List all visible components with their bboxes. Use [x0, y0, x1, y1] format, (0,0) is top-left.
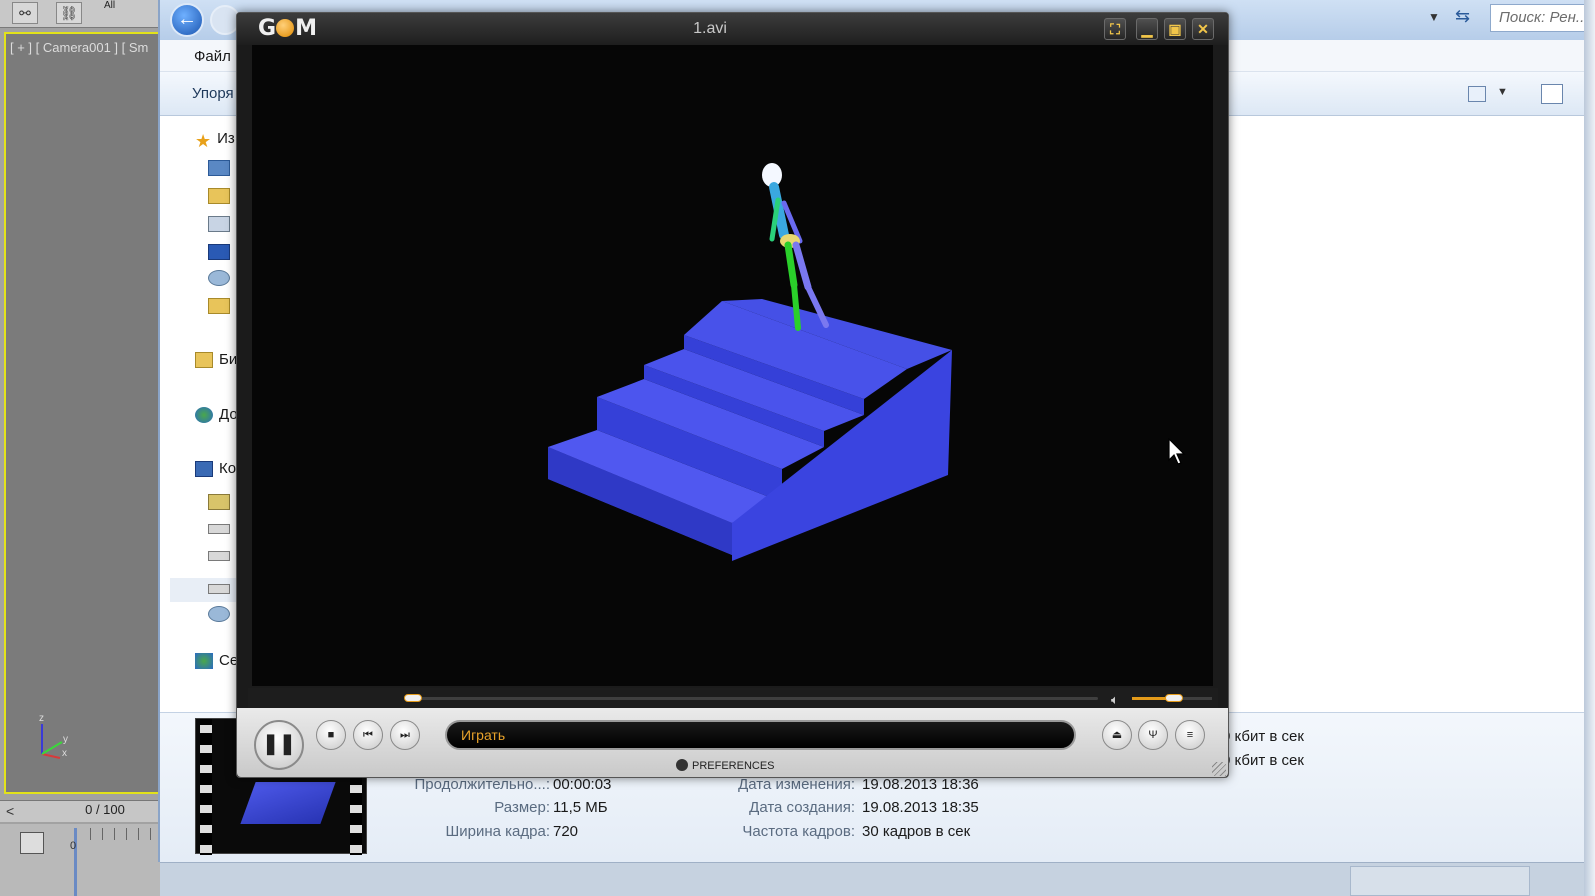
trackbar-tick — [150, 828, 151, 840]
nav-item-label: Из — [217, 130, 235, 147]
timeline-prev-button[interactable]: < — [6, 803, 14, 819]
status-display[interactable]: Играть — [445, 720, 1076, 750]
select-link-icon[interactable]: ⚯ — [12, 2, 38, 24]
resize-grip-icon[interactable] — [1212, 762, 1226, 776]
detail-bitrate-1: 0 кбит в сек — [1222, 728, 1304, 745]
folder-icon[interactable] — [208, 298, 230, 314]
figure-leg-right — [792, 241, 812, 291]
speaker-icon[interactable]: 🔈︎ — [1111, 692, 1119, 708]
library-icon — [195, 352, 213, 369]
maximize-icon[interactable]: ▣ — [1164, 18, 1186, 40]
homegroup-icon — [195, 407, 213, 424]
monitor-icon[interactable] — [208, 244, 230, 260]
viewport-label[interactable]: [ + ] [ Camera001 ] [ Sm — [10, 40, 148, 55]
trackbar-zero-label: 0 — [70, 840, 77, 852]
nav-item-label: До — [219, 406, 238, 423]
desktop-icon[interactable] — [208, 160, 230, 176]
detail-bitrate-2: 0 кбит в сек — [1222, 752, 1304, 769]
previous-button[interactable]: ⏮︎ — [353, 720, 383, 750]
downloads-icon[interactable] — [208, 188, 230, 204]
detail-value-frame-width: 720 — [553, 823, 579, 840]
seek-bar[interactable] — [412, 697, 1098, 700]
recent-places-icon[interactable] — [208, 216, 230, 232]
axis-gizmo-icon: z y x — [39, 713, 68, 759]
gom-file-title: 1.avi — [693, 20, 727, 37]
axis-x-label: x — [62, 748, 67, 759]
drive-icon-selected[interactable] — [208, 584, 230, 594]
film-strip-left — [200, 719, 212, 855]
computer-icon — [195, 461, 213, 478]
axis-y-label: y — [63, 734, 68, 745]
thumbnail-stairs — [240, 782, 336, 824]
drive-icon[interactable] — [208, 524, 230, 534]
star-icon: ★ — [195, 131, 212, 152]
preferences-label: PREFERENCES — [692, 760, 775, 772]
detail-value-size: 11,5 МБ — [553, 799, 608, 816]
back-arrow-icon[interactable]: ← — [170, 3, 204, 37]
menu-file[interactable]: Файл — [194, 48, 231, 65]
figure-shin-left — [791, 282, 801, 331]
minimize-icon[interactable]: ▁ — [1136, 18, 1158, 40]
max-toolbar: ⚯ ⛓ All — [0, 0, 165, 28]
volume-slider-thumb[interactable] — [1165, 694, 1183, 702]
detail-value-modified: 19.08.2013 18:36 — [862, 776, 979, 793]
system-drive-icon[interactable] — [208, 494, 230, 510]
detail-value-duration: 00:00:03 — [553, 776, 612, 793]
stop-button[interactable]: ■ — [316, 720, 346, 750]
timeline-frame-counter[interactable]: 0 / 100 — [60, 802, 150, 817]
detail-value-frame-rate: 30 кадров в сек — [862, 823, 971, 840]
preview-pane-icon[interactable] — [1541, 84, 1563, 104]
curve-editor-icon[interactable] — [20, 832, 44, 854]
trackbar-time-cursor[interactable] — [74, 828, 77, 896]
drive-icon[interactable] — [208, 551, 230, 561]
detail-value-created: 19.08.2013 18:35 — [862, 799, 979, 816]
search-input[interactable]: Поиск: Рен... — [1490, 4, 1595, 32]
control-panel-button[interactable]: Ψ — [1138, 720, 1168, 750]
seek-bar-thumb[interactable] — [404, 694, 422, 702]
detail-label-duration: Продолжительно...: — [414, 776, 550, 793]
open-file-button[interactable]: ⏏︎ — [1102, 720, 1132, 750]
mouse-cursor-icon — [1168, 438, 1186, 465]
axis-z-label: z — [39, 713, 44, 724]
trackbar-tick — [102, 828, 103, 840]
close-icon[interactable]: ✕ — [1192, 18, 1214, 40]
video-frame-stairs-scene — [548, 163, 952, 561]
network-icon — [195, 653, 213, 670]
address-dropdown-icon[interactable]: ▼ — [1428, 10, 1440, 24]
detail-label-size: Размер: — [494, 799, 550, 816]
trackbar-tick — [126, 828, 127, 840]
camera-viewport[interactable] — [4, 32, 161, 794]
taskbar-button[interactable] — [1350, 866, 1530, 896]
network-drive-icon[interactable] — [208, 606, 230, 622]
figure-leg-left — [784, 241, 798, 289]
selection-filter[interactable]: All — [104, 0, 115, 11]
organize-button[interactable]: Упоря — [192, 85, 234, 102]
fullscreen-icon[interactable]: ⛶ — [1104, 18, 1126, 40]
refresh-icon[interactable]: ⇆ — [1455, 6, 1470, 27]
next-button[interactable]: ⏭︎ — [390, 720, 420, 750]
trackbar-tick — [90, 828, 91, 840]
nav-item-label: Ко — [219, 460, 237, 477]
detail-label-modified: Дата изменения: — [738, 776, 855, 793]
preferences-icon — [676, 759, 688, 771]
network-folder-icon[interactable] — [208, 270, 230, 286]
change-view-icon[interactable] — [1468, 86, 1486, 102]
window-right-edge — [1584, 0, 1595, 896]
trackbar-tick — [114, 828, 115, 840]
detail-label-created: Дата создания: — [749, 799, 855, 816]
playlist-button[interactable]: ≡ — [1175, 720, 1205, 750]
view-dropdown-icon[interactable]: ▼ — [1497, 86, 1508, 98]
gom-logo[interactable]: GM — [258, 18, 328, 40]
detail-label-frame-width: Ширина кадра: — [445, 823, 550, 840]
unlink-icon[interactable]: ⛓ — [56, 2, 82, 24]
nav-item-label: Би — [219, 351, 238, 368]
pause-button[interactable]: ❚❚ — [254, 720, 304, 770]
trackbar-tick — [138, 828, 139, 840]
preferences-button[interactable]: PREFERENCES — [676, 759, 775, 772]
detail-label-frame-rate: Частота кадров: — [742, 823, 855, 840]
